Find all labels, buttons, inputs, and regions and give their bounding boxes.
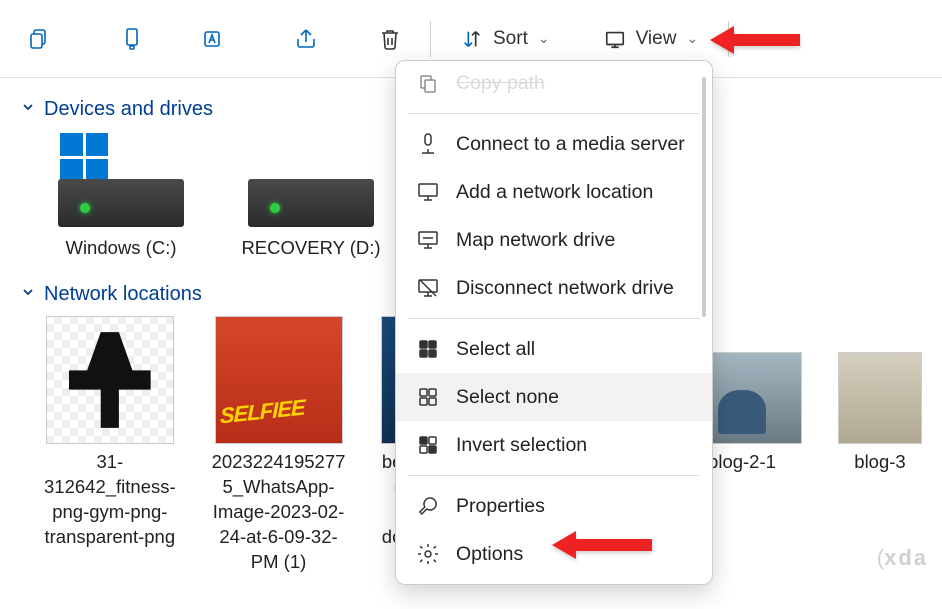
sort-button[interactable]: Sort ⌄: [447, 15, 564, 63]
drive-icon: [248, 131, 374, 227]
chevron-down-icon: ⌄: [686, 30, 698, 47]
sort-label: Sort: [493, 28, 528, 50]
section-header-label: Devices and drives: [44, 98, 213, 121]
menu-select-all[interactable]: Select all: [396, 325, 712, 373]
menu-item-label: Add a network location: [456, 181, 653, 204]
file-thumbnail: [46, 316, 174, 444]
menu-connect-media[interactable]: Connect to a media server: [396, 120, 712, 168]
drive-icon: [58, 131, 184, 227]
drive-item[interactable]: RECOVERY (D:): [234, 131, 388, 259]
menu-scrollbar[interactable]: [702, 77, 706, 317]
menu-separator: [408, 113, 700, 114]
menu-item-label: Map network drive: [456, 229, 615, 252]
menu-item-label: Options: [456, 543, 523, 566]
overflow-menu: Copy path Connect to a media server Add …: [395, 60, 713, 585]
chevron-down-icon: ⌄: [538, 30, 550, 47]
chevron-down-icon: [20, 283, 36, 306]
cut-button[interactable]: [16, 15, 64, 63]
menu-disconnect-drive[interactable]: Disconnect network drive: [396, 264, 712, 312]
menu-add-network[interactable]: Add a network location: [396, 168, 712, 216]
drive-item[interactable]: Windows (C:): [44, 131, 198, 259]
drive-label: RECOVERY (D:): [234, 237, 388, 259]
view-label: View: [636, 28, 677, 50]
menu-map-drive[interactable]: Map network drive: [396, 216, 712, 264]
menu-item-label: Select none: [456, 386, 559, 409]
menu-item-label: Disconnect network drive: [456, 277, 674, 300]
menu-select-none[interactable]: Select none: [396, 373, 712, 421]
menu-item-label: Select all: [456, 338, 535, 361]
file-thumbnail: [215, 316, 343, 444]
drive-label: Windows (C:): [44, 237, 198, 259]
chevron-down-icon: [20, 98, 36, 121]
toolbar-separator: [430, 21, 431, 57]
menu-copy-path[interactable]: Copy path: [396, 59, 712, 107]
menu-item-label: Invert selection: [456, 434, 587, 457]
menu-item-label: Properties: [456, 495, 545, 518]
view-button[interactable]: View ⌄: [590, 15, 713, 63]
file-thumbnail: [838, 352, 922, 444]
menu-item-label: Connect to a media server: [456, 133, 685, 156]
annotation-arrow: [710, 22, 800, 63]
rename-button[interactable]: [190, 15, 238, 63]
menu-separator: [408, 475, 700, 476]
file-label: blog-3: [838, 450, 922, 475]
file-item[interactable]: 31-312642_fitness-png-gym-png-transparen…: [44, 316, 176, 575]
annotation-arrow: [552, 527, 652, 568]
menu-separator: [408, 318, 700, 319]
share-button[interactable]: [282, 15, 330, 63]
menu-item-label: Copy path: [456, 72, 545, 95]
delete-button[interactable]: [366, 15, 414, 63]
menu-properties[interactable]: Properties: [396, 482, 712, 530]
file-label: 2023224195277 5_WhatsApp-Image-2023-02-2…: [212, 450, 346, 575]
copy-button[interactable]: [108, 15, 156, 63]
file-item[interactable]: blog-3: [838, 316, 922, 575]
section-header-label: Network locations: [44, 283, 202, 306]
file-item[interactable]: 2023224195277 5_WhatsApp-Image-2023-02-2…: [212, 316, 346, 575]
watermark: xda: [877, 545, 928, 571]
menu-invert-selection[interactable]: Invert selection: [396, 421, 712, 469]
file-label: 31-312642_fitness-png-gym-png-transparen…: [44, 450, 176, 550]
